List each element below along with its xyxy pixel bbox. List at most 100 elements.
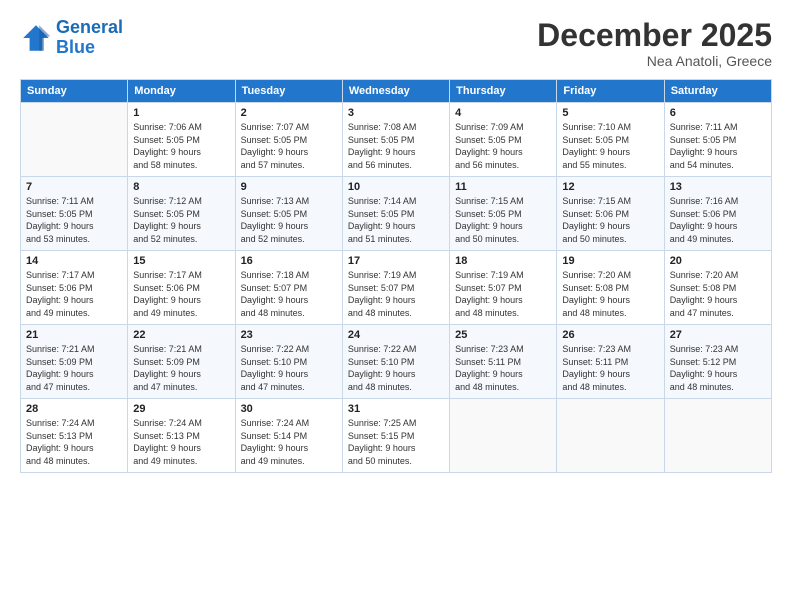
day-info: Sunrise: 7:24 AMSunset: 5:14 PMDaylight:… xyxy=(241,417,337,467)
day-number: 18 xyxy=(455,255,551,267)
logo-line2: Blue xyxy=(56,37,95,57)
day-number: 12 xyxy=(562,181,658,193)
day-cell xyxy=(664,399,771,473)
day-cell xyxy=(557,399,664,473)
day-info: Sunrise: 7:24 AMSunset: 5:13 PMDaylight:… xyxy=(133,417,229,467)
day-cell: 25 Sunrise: 7:23 AMSunset: 5:11 PMDayligh… xyxy=(450,325,557,399)
day-cell: 22 Sunrise: 7:21 AMSunset: 5:09 PMDayligh… xyxy=(128,325,235,399)
day-cell: 19Sunrise: 7:20 AMSunset: 5:08 PMDayligh… xyxy=(557,251,664,325)
day-number: 6 xyxy=(670,107,766,119)
day-info: Sunrise: 7:11 AMSunset: 5:05 PMDaylight:… xyxy=(26,195,122,245)
day-info: Sunrise: 7:14 AMSunset: 5:05 PMDaylight:… xyxy=(348,195,444,245)
day-cell: 28 Sunrise: 7:24 AMSunset: 5:13 PMDayligh… xyxy=(21,399,128,473)
day-info: Sunrise: 7:13 AMSunset: 5:05 PMDaylight:… xyxy=(241,195,337,245)
day-number: 21 xyxy=(26,329,122,341)
day-cell: 1Sunrise: 7:06 AMSunset: 5:05 PMDaylight… xyxy=(128,103,235,177)
location: Nea Anatoli, Greece xyxy=(537,53,772,69)
day-cell: 18 Sunrise: 7:19 AMSunset: 5:07 PMDayligh… xyxy=(450,251,557,325)
day-cell: 7 Sunrise: 7:11 AMSunset: 5:05 PMDaylight… xyxy=(21,177,128,251)
day-cell: 21 Sunrise: 7:21 AMSunset: 5:09 PMDayligh… xyxy=(21,325,128,399)
day-info: Sunrise: 7:20 AMSunset: 5:08 PMDaylight:… xyxy=(562,269,658,319)
day-number: 11 xyxy=(455,181,551,193)
day-number: 2 xyxy=(241,107,337,119)
day-number: 31 xyxy=(348,403,444,415)
week-row-3: 14 Sunrise: 7:17 AMSunset: 5:06 PMDayligh… xyxy=(21,251,772,325)
day-number: 5 xyxy=(562,107,658,119)
day-cell xyxy=(21,103,128,177)
col-header-sunday: Sunday xyxy=(21,80,128,103)
day-cell: 2 Sunrise: 7:07 AMSunset: 5:05 PMDaylight… xyxy=(235,103,342,177)
day-info: Sunrise: 7:22 AMSunset: 5:10 PMDaylight:… xyxy=(241,343,337,393)
day-number: 28 xyxy=(26,403,122,415)
day-cell: 31Sunrise: 7:25 AMSunset: 5:15 PMDayligh… xyxy=(342,399,449,473)
day-info: Sunrise: 7:21 AMSunset: 5:09 PMDaylight:… xyxy=(133,343,229,393)
day-number: 13 xyxy=(670,181,766,193)
logo: General Blue xyxy=(20,18,123,58)
day-cell: 20Sunrise: 7:20 AMSunset: 5:08 PMDayligh… xyxy=(664,251,771,325)
day-number: 24 xyxy=(348,329,444,341)
day-info: Sunrise: 7:24 AMSunset: 5:13 PMDaylight:… xyxy=(26,417,122,467)
day-cell: 9 Sunrise: 7:13 AMSunset: 5:05 PMDaylight… xyxy=(235,177,342,251)
col-header-thursday: Thursday xyxy=(450,80,557,103)
day-info: Sunrise: 7:22 AMSunset: 5:10 PMDaylight:… xyxy=(348,343,444,393)
day-number: 15 xyxy=(133,255,229,267)
day-info: Sunrise: 7:19 AMSunset: 5:07 PMDaylight:… xyxy=(455,269,551,319)
day-info: Sunrise: 7:17 AMSunset: 5:06 PMDaylight:… xyxy=(133,269,229,319)
day-cell xyxy=(450,399,557,473)
day-info: Sunrise: 7:15 AMSunset: 5:05 PMDaylight:… xyxy=(455,195,551,245)
week-row-5: 28 Sunrise: 7:24 AMSunset: 5:13 PMDayligh… xyxy=(21,399,772,473)
day-cell: 11 Sunrise: 7:15 AMSunset: 5:05 PMDayligh… xyxy=(450,177,557,251)
day-info: Sunrise: 7:16 AMSunset: 5:06 PMDaylight:… xyxy=(670,195,766,245)
day-cell: 26 Sunrise: 7:23 AMSunset: 5:11 PMDayligh… xyxy=(557,325,664,399)
day-number: 25 xyxy=(455,329,551,341)
day-cell: 16 Sunrise: 7:18 AMSunset: 5:07 PMDayligh… xyxy=(235,251,342,325)
day-cell: 27Sunrise: 7:23 AMSunset: 5:12 PMDayligh… xyxy=(664,325,771,399)
day-cell: 4 Sunrise: 7:09 AMSunset: 5:05 PMDaylight… xyxy=(450,103,557,177)
header: General Blue December 2025 Nea Anatoli, … xyxy=(20,18,772,69)
day-info: Sunrise: 7:15 AMSunset: 5:06 PMDaylight:… xyxy=(562,195,658,245)
day-number: 29 xyxy=(133,403,229,415)
month-title: December 2025 xyxy=(537,18,772,53)
day-info: Sunrise: 7:09 AMSunset: 5:05 PMDaylight:… xyxy=(455,121,551,171)
day-number: 14 xyxy=(26,255,122,267)
day-cell: 6Sunrise: 7:11 AMSunset: 5:05 PMDaylight… xyxy=(664,103,771,177)
day-info: Sunrise: 7:12 AMSunset: 5:05 PMDaylight:… xyxy=(133,195,229,245)
col-header-saturday: Saturday xyxy=(664,80,771,103)
col-header-wednesday: Wednesday xyxy=(342,80,449,103)
day-number: 7 xyxy=(26,181,122,193)
day-cell: 14 Sunrise: 7:17 AMSunset: 5:06 PMDayligh… xyxy=(21,251,128,325)
day-cell: 5 Sunrise: 7:10 AMSunset: 5:05 PMDaylight… xyxy=(557,103,664,177)
day-number: 22 xyxy=(133,329,229,341)
day-cell: 10 Sunrise: 7:14 AMSunset: 5:05 PMDayligh… xyxy=(342,177,449,251)
day-number: 26 xyxy=(562,329,658,341)
day-number: 16 xyxy=(241,255,337,267)
day-number: 3 xyxy=(348,107,444,119)
day-number: 10 xyxy=(348,181,444,193)
day-cell: 8Sunrise: 7:12 AMSunset: 5:05 PMDaylight… xyxy=(128,177,235,251)
day-number: 4 xyxy=(455,107,551,119)
logo-icon xyxy=(20,22,52,54)
header-row: SundayMondayTuesdayWednesdayThursdayFrid… xyxy=(21,80,772,103)
day-number: 23 xyxy=(241,329,337,341)
day-info: Sunrise: 7:10 AMSunset: 5:05 PMDaylight:… xyxy=(562,121,658,171)
logo-text: General Blue xyxy=(56,18,123,58)
day-cell: 17Sunrise: 7:19 AMSunset: 5:07 PMDayligh… xyxy=(342,251,449,325)
day-cell: 12 Sunrise: 7:15 AMSunset: 5:06 PMDayligh… xyxy=(557,177,664,251)
day-number: 9 xyxy=(241,181,337,193)
day-info: Sunrise: 7:23 AMSunset: 5:11 PMDaylight:… xyxy=(455,343,551,393)
day-info: Sunrise: 7:21 AMSunset: 5:09 PMDaylight:… xyxy=(26,343,122,393)
day-info: Sunrise: 7:17 AMSunset: 5:06 PMDaylight:… xyxy=(26,269,122,319)
day-cell: 15 Sunrise: 7:17 AMSunset: 5:06 PMDayligh… xyxy=(128,251,235,325)
week-row-1: 1Sunrise: 7:06 AMSunset: 5:05 PMDaylight… xyxy=(21,103,772,177)
day-number: 27 xyxy=(670,329,766,341)
day-info: Sunrise: 7:06 AMSunset: 5:05 PMDaylight:… xyxy=(133,121,229,171)
week-row-2: 7 Sunrise: 7:11 AMSunset: 5:05 PMDaylight… xyxy=(21,177,772,251)
col-header-monday: Monday xyxy=(128,80,235,103)
day-info: Sunrise: 7:20 AMSunset: 5:08 PMDaylight:… xyxy=(670,269,766,319)
day-info: Sunrise: 7:19 AMSunset: 5:07 PMDaylight:… xyxy=(348,269,444,319)
day-info: Sunrise: 7:23 AMSunset: 5:11 PMDaylight:… xyxy=(562,343,658,393)
day-info: Sunrise: 7:07 AMSunset: 5:05 PMDaylight:… xyxy=(241,121,337,171)
day-info: Sunrise: 7:18 AMSunset: 5:07 PMDaylight:… xyxy=(241,269,337,319)
col-header-tuesday: Tuesday xyxy=(235,80,342,103)
week-row-4: 21 Sunrise: 7:21 AMSunset: 5:09 PMDayligh… xyxy=(21,325,772,399)
